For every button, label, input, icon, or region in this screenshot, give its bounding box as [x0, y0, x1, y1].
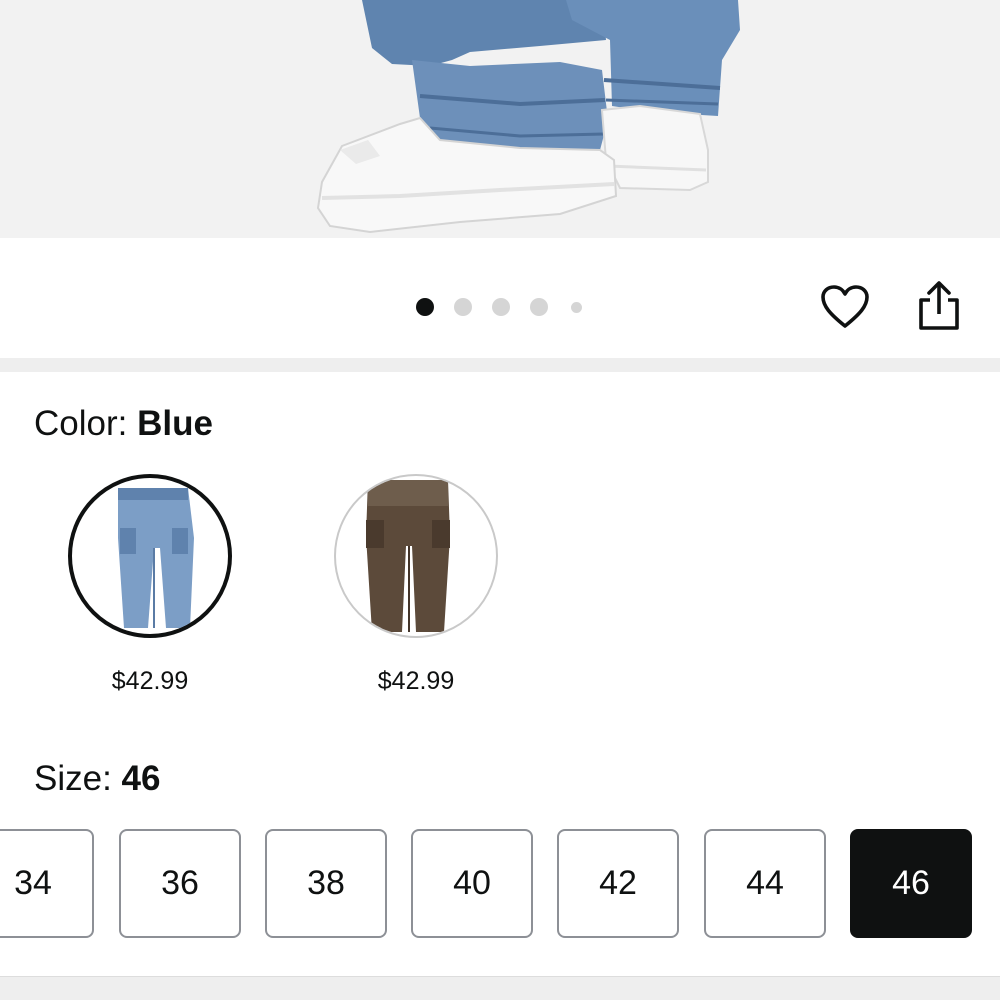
share-button[interactable]	[914, 278, 964, 334]
selected-size-value: 46	[121, 759, 161, 798]
color-label-text: Color:	[34, 404, 128, 443]
color-label: Color: Blue	[34, 404, 213, 444]
product-image[interactable]	[0, 0, 1000, 238]
carousel-dot-5[interactable]	[571, 301, 582, 313]
image-controls	[0, 238, 1000, 358]
carousel-dots[interactable]	[416, 298, 602, 316]
color-option-price-blue: $42.99	[111, 667, 189, 695]
share-icon	[919, 281, 959, 330]
color-swatch-brown[interactable]	[334, 474, 498, 638]
size-option-42[interactable]: 42	[557, 829, 679, 938]
size-option-38[interactable]: 38	[265, 829, 387, 938]
size-option-34[interactable]: 34	[0, 829, 94, 938]
size-option-40[interactable]: 40	[411, 829, 533, 938]
product-detail-page: Color: Blue $42.99 $42.99 Size: 46 34 36…	[0, 0, 1000, 1000]
brown-jeans-thumbnail	[366, 480, 450, 632]
carousel-dot-2[interactable]	[454, 298, 472, 316]
size-option-44[interactable]: 44	[704, 829, 826, 938]
size-label-text: Size:	[34, 759, 112, 798]
color-option-price-brown: $42.99	[377, 667, 455, 695]
jeans-and-sneakers-illustration	[316, 0, 740, 234]
carousel-dot-4[interactable]	[530, 298, 548, 316]
section-divider	[0, 358, 1000, 372]
heart-icon	[821, 285, 869, 328]
size-option-36[interactable]: 36	[119, 829, 241, 938]
color-swatch-blue[interactable]	[68, 474, 232, 638]
blue-jeans-thumbnail	[118, 488, 194, 628]
carousel-dot-1[interactable]	[416, 298, 434, 316]
carousel-dot-3[interactable]	[492, 298, 510, 316]
favorite-button[interactable]	[818, 280, 872, 334]
section-divider-bottom	[0, 976, 1000, 1000]
selected-color-value: Blue	[137, 404, 213, 443]
size-options: 34 36 38 40 42 44 46	[0, 829, 1000, 939]
size-option-46[interactable]: 46	[850, 829, 972, 938]
size-label: Size: 46	[34, 759, 160, 799]
